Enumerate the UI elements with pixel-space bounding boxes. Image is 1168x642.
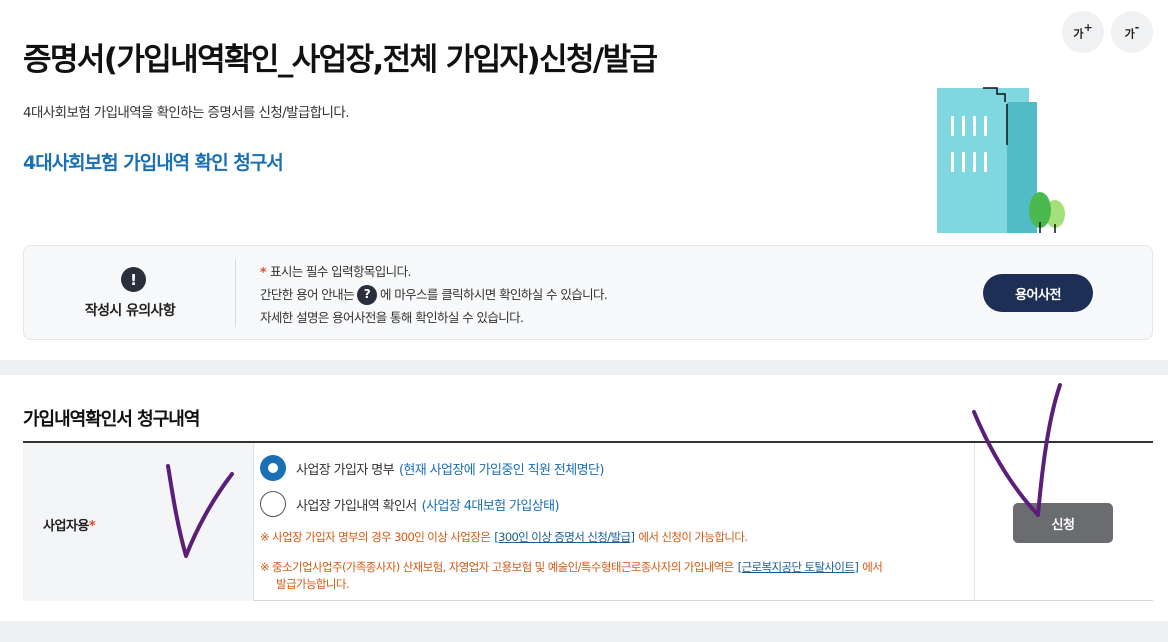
font-increase-icon: 가+ bbox=[1073, 20, 1093, 41]
notice-header: ! 작성시 유의사항 bbox=[24, 246, 236, 339]
exclamation-icon: ! bbox=[121, 267, 146, 292]
warning-welfare-site: ※ 중소기업사업주(가족종사자) 산재보험, 자영업자 고용보험 및 예술인/특… bbox=[260, 560, 883, 591]
font-decrease-button[interactable]: 가- bbox=[1111, 11, 1153, 53]
request-section: 가입내역확인서 청구내역 사업자용* 사업장 가입자 명부 (현재 사업장에 가… bbox=[0, 375, 1168, 621]
building-illustration bbox=[937, 87, 1065, 233]
field-label: 사업자용* bbox=[43, 519, 96, 534]
radio-option-member-list[interactable]: 사업장 가입자 명부 (현재 사업장에 가입중인 직원 전체명단) bbox=[260, 454, 604, 482]
radio-checked-icon[interactable] bbox=[260, 455, 286, 481]
question-icon[interactable]: ? bbox=[356, 284, 377, 305]
section-title: 가입내역확인서 청구내역 bbox=[23, 409, 200, 430]
action-cell: 신청 bbox=[974, 443, 1153, 601]
page-header-section: 증명서(가입내역확인_사업장,전체 가입자)신청/발급 4대사회보험 가입내역을… bbox=[0, 0, 1168, 360]
link-300-plus-certificate[interactable]: [300인 이상 증명서 신청/발급] bbox=[494, 530, 635, 544]
apply-button[interactable]: 신청 bbox=[1013, 503, 1113, 543]
field-header-cell: 사업자용* bbox=[23, 443, 254, 601]
font-increase-button[interactable]: 가+ bbox=[1062, 11, 1104, 53]
notice-line-dictionary: 자세한 설명은 용어사전을 통해 확인하실 수 있습니다. bbox=[260, 310, 524, 325]
form-subtitle: 4대사회보험 가입내역 확인 청구서 bbox=[23, 152, 284, 174]
notice-box: ! 작성시 유의사항 * 표시는 필수 입력항목입니다. 간단한 용어 안내는 … bbox=[23, 245, 1153, 340]
warning-300-employees: ※ 사업장 가입자 명부의 경우 300인 이상 사업장은 [300인 이상 증명… bbox=[260, 530, 748, 544]
required-star: * bbox=[88, 519, 96, 534]
radio-unchecked-icon[interactable] bbox=[260, 491, 286, 517]
page-title: 증명서(가입내역확인_사업장,전체 가입자)신청/발급 bbox=[23, 42, 658, 78]
glossary-button[interactable]: 용어사전 bbox=[983, 274, 1093, 312]
radio-option-enrollment-confirmation[interactable]: 사업장 가입내역 확인서 (사업장 4대보험 가입상태) bbox=[260, 490, 560, 518]
font-decrease-icon: 가- bbox=[1124, 20, 1140, 41]
field-options-cell: 사업장 가입자 명부 (현재 사업장에 가입중인 직원 전체명단) 사업장 가입… bbox=[254, 443, 974, 601]
page-description: 4대사회보험 가입내역을 확인하는 증명서를 신청/발급합니다. bbox=[23, 105, 350, 121]
notice-lines: * 표시는 필수 입력항목입니다. 간단한 용어 안내는 ? 에 마우스를 클릭… bbox=[260, 260, 608, 329]
notice-label: 작성시 유의사항 bbox=[84, 303, 176, 319]
required-star: * bbox=[260, 264, 267, 279]
link-welfare-total-site[interactable]: [근로복지공단 토탈사이트] bbox=[738, 560, 859, 574]
request-form-table: 사업자용* 사업장 가입자 명부 (현재 사업장에 가입중인 직원 전체명단) … bbox=[23, 441, 1153, 601]
notice-line-required: * 표시는 필수 입력항목입니다. bbox=[260, 260, 607, 283]
notice-line-help: 간단한 용어 안내는 ? 에 마우스를 클릭하시면 확인하실 수 있습니다. bbox=[260, 283, 608, 306]
